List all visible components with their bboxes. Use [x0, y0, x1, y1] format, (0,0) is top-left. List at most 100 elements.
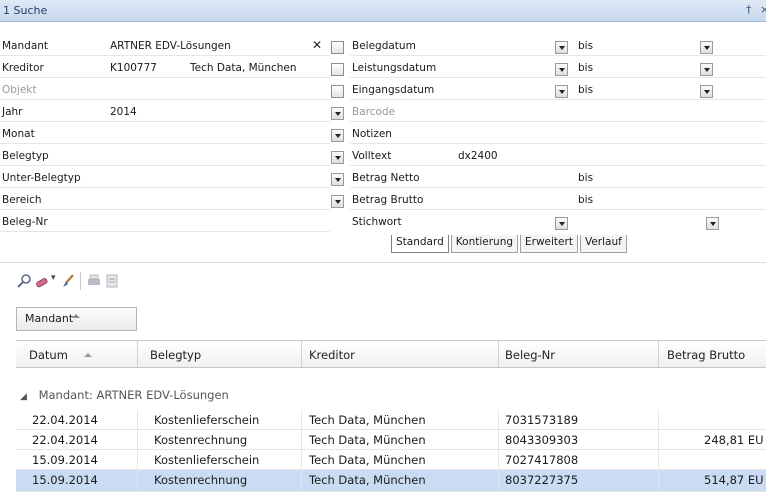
kreditor-checkbox[interactable]	[331, 63, 344, 76]
cell-beleg-nr: 7027417808	[505, 453, 579, 467]
search-icon[interactable]	[16, 273, 32, 289]
brush-icon[interactable]	[60, 273, 76, 289]
close-icon[interactable]: ×	[760, 3, 766, 16]
unter-belegtyp-dropdown-button[interactable]	[331, 173, 344, 186]
volltext-label: Volltext	[352, 150, 392, 162]
tab-verlauf[interactable]: Verlauf	[579, 235, 627, 253]
cell-separator	[137, 410, 138, 430]
collapse-group-icon[interactable]: ◢	[20, 392, 27, 402]
row-divider	[350, 99, 766, 100]
column-header-beleg-nr[interactable]: Beleg-Nr	[505, 348, 555, 362]
row-divider	[0, 187, 330, 188]
stichwort-label: Stichwort	[352, 216, 402, 228]
eraser-icon[interactable]	[34, 273, 50, 289]
export-icon[interactable]	[104, 273, 120, 289]
group-row-mandant[interactable]: ◢ Mandant: ARTNER EDV-Lösungen	[20, 388, 229, 402]
cell-beleg-nr: 8037227375	[505, 473, 579, 487]
cell-belegtyp: Kostenrechnung	[154, 473, 248, 487]
column-header-kreditor[interactable]: Kreditor	[309, 348, 355, 362]
column-header-betrag-brutto[interactable]: Betrag Brutto	[667, 348, 745, 362]
mandant-field[interactable]: ARTNER EDV-Lösungen	[110, 40, 231, 52]
row-divider	[0, 209, 330, 210]
bereich-dropdown-button[interactable]	[331, 195, 344, 208]
jahr-field[interactable]: 2014	[110, 106, 137, 118]
cell-beleg-nr: 8043309303	[505, 433, 579, 447]
tab-standard[interactable]: Standard	[391, 235, 449, 253]
leistungsdatum-bis-label: bis	[578, 62, 594, 74]
result-toolbar: ▾	[0, 262, 766, 290]
table-row[interactable]: 15.09.2014 Kostenlieferschein Tech Data,…	[16, 450, 766, 470]
cell-datum: 15.09.2014	[32, 473, 98, 487]
jahr-dropdown-button[interactable]	[331, 107, 344, 120]
column-separator	[137, 341, 138, 367]
belegtyp-label: Belegtyp	[2, 150, 49, 162]
belegdatum-to-dropdown[interactable]	[700, 41, 713, 54]
kreditor-name-field[interactable]: Tech Data, München	[190, 62, 297, 74]
leistungsdatum-to-dropdown[interactable]	[700, 63, 713, 76]
mandant-checkbox[interactable]	[331, 41, 344, 54]
belegdatum-from-dropdown[interactable]	[555, 41, 568, 54]
stichwort-to-dropdown[interactable]	[706, 217, 719, 230]
cell-separator	[498, 450, 499, 470]
row-divider	[0, 165, 330, 166]
objekt-checkbox[interactable]	[331, 85, 344, 98]
cell-separator	[658, 430, 659, 450]
cell-kreditor: Tech Data, München	[309, 413, 426, 427]
cell-separator	[137, 470, 138, 490]
column-separator	[658, 341, 659, 367]
barcode-label: Barcode	[352, 106, 396, 118]
cell-separator	[301, 470, 302, 490]
mandant-label: Mandant	[2, 40, 49, 52]
row-divider	[350, 165, 766, 166]
stichwort-from-dropdown[interactable]	[555, 217, 568, 230]
print-icon[interactable]	[86, 273, 102, 289]
tab-erweitert[interactable]: Erweitert	[520, 235, 578, 253]
cell-separator	[498, 470, 499, 490]
eingangsdatum-to-dropdown[interactable]	[700, 85, 713, 98]
sort-ascending-icon	[84, 353, 92, 357]
leistungsdatum-from-dropdown[interactable]	[555, 63, 568, 76]
column-separator	[301, 341, 302, 367]
group-by-label: Mandant	[25, 312, 74, 325]
eraser-dropdown-icon[interactable]: ▾	[51, 273, 56, 283]
monat-dropdown-button[interactable]	[331, 129, 344, 142]
clear-mandant-icon[interactable]: ✕	[312, 38, 322, 52]
betrag-netto-bis-label: bis	[578, 172, 594, 184]
monat-label: Monat	[2, 128, 35, 140]
cell-kreditor: Tech Data, München	[309, 433, 426, 447]
row-divider	[0, 55, 330, 56]
betrag-brutto-label: Betrag Brutto	[352, 194, 424, 206]
belegtyp-dropdown-button[interactable]	[331, 151, 344, 164]
notizen-label: Notizen	[352, 128, 392, 140]
panel-titlebar: 1 Suche † ×	[0, 0, 766, 22]
row-divider	[350, 143, 766, 144]
row-divider	[0, 231, 330, 232]
kreditor-number-field[interactable]: K100777	[110, 62, 157, 74]
row-divider	[0, 143, 330, 144]
bereich-label: Bereich	[2, 194, 42, 206]
tab-kontierung[interactable]: Kontierung	[450, 235, 519, 253]
group-by-mandant-chip[interactable]: Mandant	[16, 307, 137, 331]
cell-separator	[301, 450, 302, 470]
column-separator	[498, 341, 499, 367]
table-row[interactable]: 22.04.2014 Kostenlieferschein Tech Data,…	[16, 410, 766, 430]
cell-kreditor: Tech Data, München	[309, 473, 426, 487]
row-divider	[350, 209, 766, 210]
row-divider	[0, 121, 330, 122]
column-header-datum[interactable]: Datum	[29, 348, 68, 362]
objekt-label: Objekt	[2, 84, 37, 96]
cell-separator	[498, 410, 499, 430]
eingangsdatum-from-dropdown[interactable]	[555, 85, 568, 98]
cell-beleg-nr: 7031573189	[505, 413, 579, 427]
cell-kreditor: Tech Data, München	[309, 453, 426, 467]
cell-separator	[137, 450, 138, 470]
column-header-belegtyp[interactable]: Belegtyp	[150, 348, 201, 362]
volltext-field[interactable]: dx2400	[458, 150, 498, 162]
row-divider	[0, 77, 330, 78]
cell-separator	[658, 470, 659, 490]
table-row-selected[interactable]: 15.09.2014 Kostenrechnung Tech Data, Mün…	[16, 470, 766, 492]
pin-icon[interactable]: †	[746, 3, 752, 16]
beleg-nr-label: Beleg-Nr	[2, 216, 48, 228]
sort-ascending-icon	[72, 314, 80, 318]
table-row[interactable]: 22.04.2014 Kostenrechnung Tech Data, Mün…	[16, 430, 766, 450]
